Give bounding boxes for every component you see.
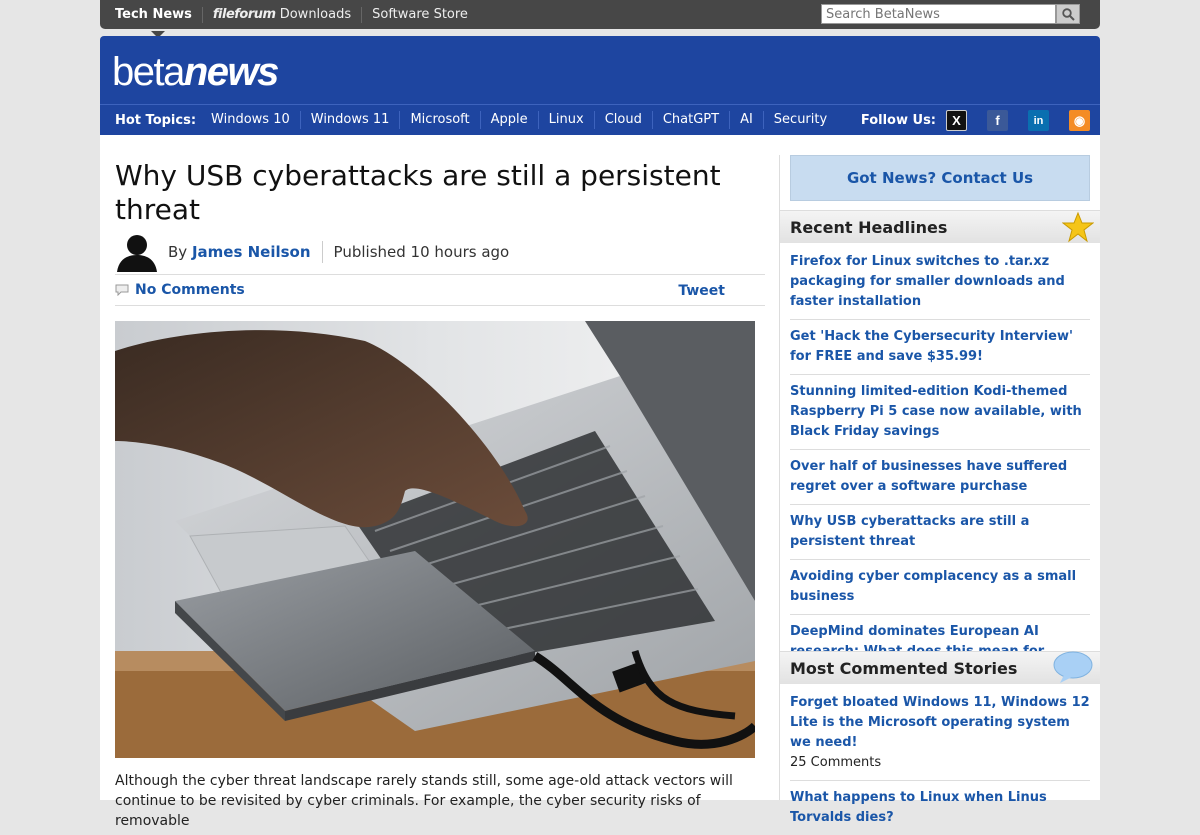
star-icon <box>1062 211 1094 243</box>
rss-icon[interactable]: ◉ <box>1069 110 1090 131</box>
published-time: Published 10 hours ago <box>333 243 510 261</box>
search-button[interactable] <box>1056 4 1080 24</box>
x-icon[interactable]: X <box>946 110 967 131</box>
article-hero-image <box>115 321 755 758</box>
headline-link[interactable]: Forget bloated Windows 11, Windows 12 Li… <box>790 693 1090 753</box>
byline-divider <box>321 241 323 263</box>
follow-us: Follow Us: X f in ◉ <box>861 105 1090 136</box>
comments-link[interactable]: No Comments <box>135 282 245 298</box>
laptop-usb-photo <box>115 321 755 758</box>
article-title: Why USB cyberattacks are still a persist… <box>115 159 721 226</box>
recent-headlines-list: Firefox for Linux switches to .tar.xz pa… <box>790 245 1090 689</box>
fileforum-brand: fileforum <box>212 6 276 22</box>
top-nav-bar: Tech News fileforum Downloads Software S… <box>100 0 1100 38</box>
search-input[interactable] <box>821 4 1056 24</box>
hot-topic-apple[interactable]: Apple <box>481 111 539 129</box>
author-link[interactable]: James Neilson <box>192 243 311 261</box>
linkedin-icon[interactable]: in <box>1028 110 1049 131</box>
nav-downloads[interactable]: fileforum Downloads <box>203 6 363 23</box>
hot-topic-windows-10[interactable]: Windows 10 <box>201 111 301 129</box>
nav-software-store[interactable]: Software Store <box>362 7 478 23</box>
headline-link[interactable]: Avoiding cyber complacency as a small bu… <box>790 567 1090 607</box>
tweet-button[interactable]: Tweet <box>678 283 725 299</box>
most-commented-header: Most Commented Stories <box>780 651 1100 684</box>
nav-downloads-label: Downloads <box>279 6 352 22</box>
by-label: By <box>168 243 188 261</box>
most-commented-list: Forget bloated Windows 11, Windows 12 Li… <box>790 686 1090 835</box>
hot-topics-label: Hot Topics: <box>115 112 197 128</box>
hot-topic-security[interactable]: Security <box>764 111 837 129</box>
site-logo[interactable]: betanews <box>112 50 280 95</box>
nav-tech-news[interactable]: Tech News <box>115 6 203 38</box>
follow-us-label: Follow Us: <box>860 113 936 128</box>
facebook-icon[interactable]: f <box>987 110 1008 131</box>
hot-topic-windows-11[interactable]: Windows 11 <box>301 111 401 129</box>
list-item: Avoiding cyber complacency as a small bu… <box>790 560 1090 615</box>
article-meta-bar: No Comments Tweet <box>115 274 765 306</box>
list-item: Forget bloated Windows 11, Windows 12 Li… <box>790 686 1090 781</box>
byline: By James Neilson Published 10 hours ago <box>115 232 765 272</box>
column-divider <box>779 155 780 800</box>
headline-link[interactable]: Get 'Hack the Cybersecurity Interview' f… <box>790 327 1090 367</box>
nav-tech-news-label: Tech News <box>115 6 192 22</box>
got-news-button[interactable]: Got News? Contact Us <box>790 155 1090 201</box>
hot-topics-bar: Hot Topics: Windows 10 Windows 11 Micros… <box>100 104 1100 135</box>
comment-icon <box>115 284 129 296</box>
content-area: Why USB cyberattacks are still a persist… <box>100 135 1100 829</box>
headline-link[interactable]: Over half of businesses have suffered re… <box>790 457 1090 497</box>
logo-beta: beta <box>112 50 185 94</box>
hot-topic-linux[interactable]: Linux <box>539 111 595 129</box>
author-line: By James Neilson <box>168 243 311 261</box>
hot-topic-cloud[interactable]: Cloud <box>595 111 653 129</box>
recent-headlines-title: Recent Headlines <box>790 217 948 237</box>
site-header: betanews Hot Topics: Windows 10 Windows … <box>100 36 1100 135</box>
author-avatar <box>117 235 157 272</box>
headline-link[interactable]: Firefox for Linux switches to .tar.xz pa… <box>790 252 1090 312</box>
headline-link[interactable]: Stunning limited-edition Kodi-themed Ras… <box>790 382 1090 442</box>
list-item: Why USB cyberattacks are still a persist… <box>790 505 1090 560</box>
search-icon <box>1061 7 1075 21</box>
top-nav: Tech News fileforum Downloads Software S… <box>100 0 478 38</box>
list-item: Get 'Hack the Cybersecurity Interview' f… <box>790 320 1090 375</box>
list-item: What happens to Linux when Linus Torvald… <box>790 781 1090 835</box>
headline-link[interactable]: What happens to Linux when Linus Torvald… <box>790 788 1090 828</box>
recent-headlines-header: Recent Headlines <box>780 210 1100 243</box>
hot-topic-ai[interactable]: AI <box>730 111 764 129</box>
search-form <box>821 4 1080 24</box>
list-item: Firefox for Linux switches to .tar.xz pa… <box>790 245 1090 320</box>
most-commented-title: Most Commented Stories <box>790 658 1018 678</box>
hot-topic-chatgpt[interactable]: ChatGPT <box>653 111 731 129</box>
speech-bubble-icon <box>1053 651 1093 683</box>
hot-topic-microsoft[interactable]: Microsoft <box>400 111 481 129</box>
headline-link[interactable]: Why USB cyberattacks are still a persist… <box>790 512 1090 552</box>
logo-news: news <box>183 50 280 94</box>
article-body: Although the cyber threat landscape rare… <box>115 773 733 829</box>
comment-count: 25 Comments <box>790 755 882 770</box>
list-item: Over half of businesses have suffered re… <box>790 450 1090 505</box>
list-item: Stunning limited-edition Kodi-themed Ras… <box>790 375 1090 450</box>
